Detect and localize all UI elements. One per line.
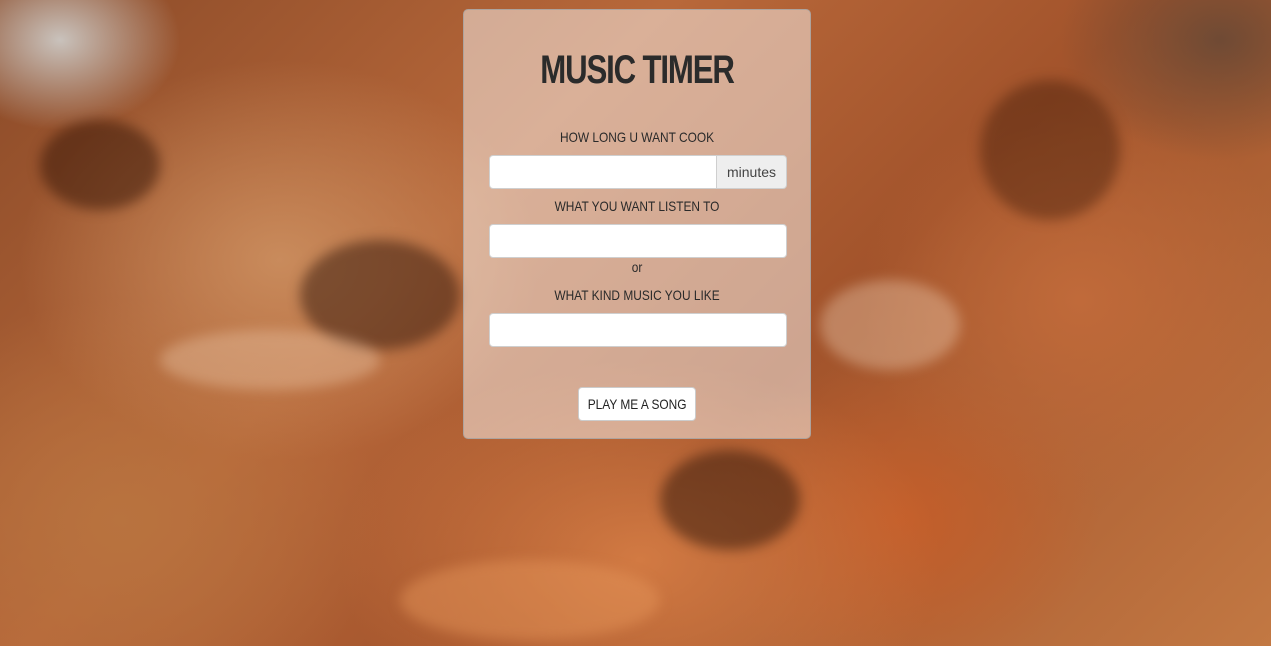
photo-highlight xyxy=(820,280,960,370)
minutes-addon: minutes xyxy=(717,155,787,189)
cook-time-label: HOW LONG U WANT COOK xyxy=(559,129,715,145)
song-input[interactable] xyxy=(489,224,787,258)
photo-highlight xyxy=(160,330,380,390)
listen-label: WHAT YOU WANT LISTEN TO xyxy=(554,198,720,214)
page-title: MUSIC TIMER xyxy=(540,48,735,92)
cook-time-input[interactable] xyxy=(489,155,717,189)
play-song-button-label: PLAY ME A SONG xyxy=(587,396,687,412)
play-song-button[interactable]: PLAY ME A SONG xyxy=(578,387,696,421)
photo-highlight xyxy=(980,80,1120,220)
genre-label: WHAT KIND MUSIC YOU LIKE xyxy=(554,287,720,303)
genre-input[interactable] xyxy=(489,313,787,347)
photo-highlight xyxy=(660,450,800,550)
music-timer-panel: MUSIC TIMER HOW LONG U WANT COOK minutes… xyxy=(463,9,811,439)
cook-time-group: minutes xyxy=(489,155,787,189)
or-separator: or xyxy=(631,259,643,275)
photo-highlight xyxy=(400,560,660,640)
photo-highlight xyxy=(40,120,160,210)
